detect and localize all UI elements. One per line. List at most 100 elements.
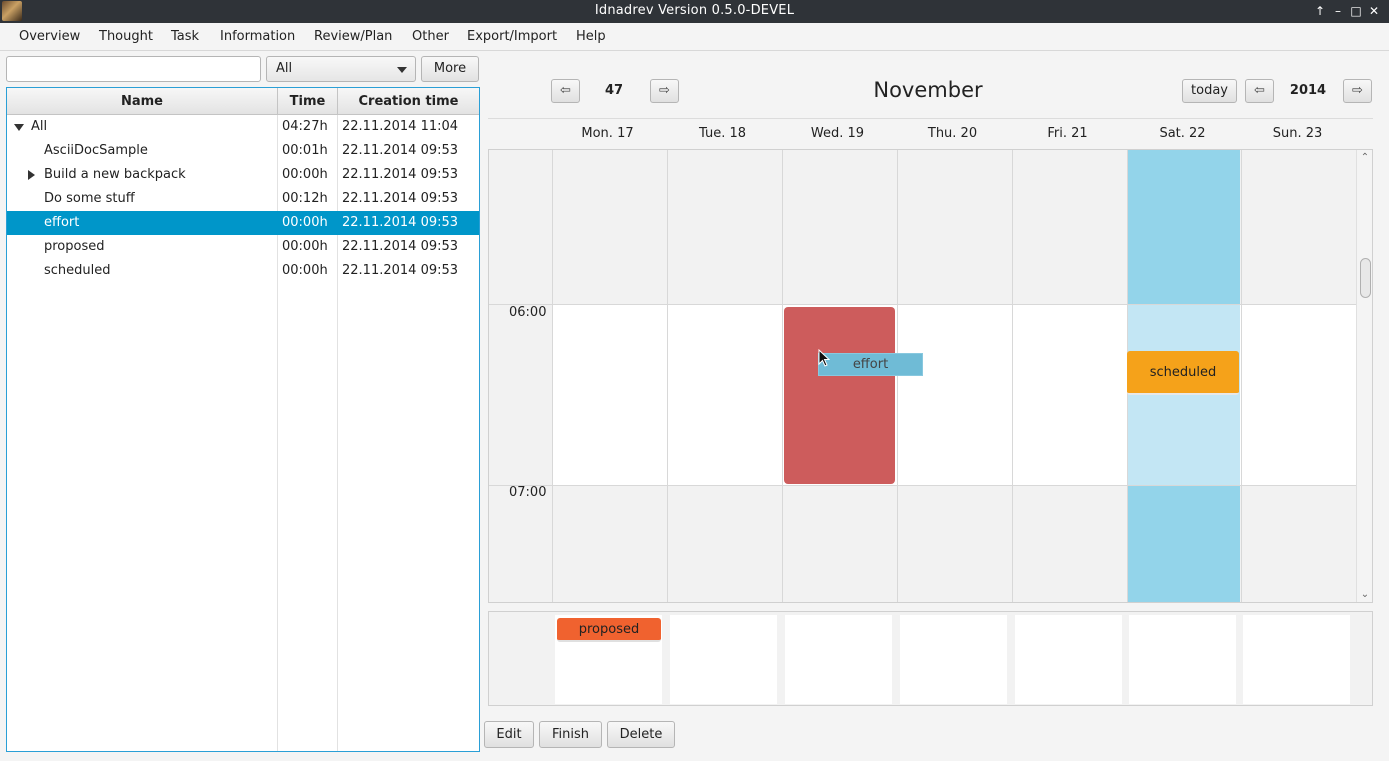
- row-name: effort: [44, 215, 80, 230]
- row-time: 00:00h: [282, 215, 328, 230]
- vertical-scrollbar[interactable]: ⌃ ⌄: [1356, 150, 1372, 602]
- search-input[interactable]: [6, 56, 261, 82]
- collapse-arrow-icon[interactable]: [28, 170, 35, 180]
- finish-button[interactable]: Finish: [539, 721, 602, 748]
- table-row[interactable]: All 04:27h 22.11.2014 11:04: [7, 115, 479, 139]
- row-creation-time: 22.11.2014 09:53: [342, 215, 459, 230]
- row-time: 04:27h: [282, 119, 328, 134]
- today-button[interactable]: today: [1182, 79, 1237, 103]
- menu-task[interactable]: Task: [171, 29, 199, 44]
- keep-above-icon[interactable]: ↑: [1312, 3, 1328, 19]
- day-header-mon: Mon. 17: [581, 126, 634, 141]
- row-time: 00:01h: [282, 143, 328, 158]
- all-day-cell-wed[interactable]: [785, 615, 892, 704]
- row-name: AsciiDocSample: [44, 143, 148, 158]
- prev-week-button[interactable]: ⇦: [551, 79, 580, 103]
- row-time: 00:12h: [282, 191, 328, 206]
- table-row[interactable]: Do some stuff 00:12h 22.11.2014 09:53: [7, 187, 479, 211]
- hour-line: [489, 304, 1356, 305]
- column-divider: [782, 150, 783, 602]
- all-day-cell-sat[interactable]: [1129, 615, 1236, 704]
- column-header-creation-time[interactable]: Creation time: [338, 88, 479, 115]
- minimize-icon[interactable]: –: [1330, 3, 1346, 19]
- prev-year-button[interactable]: ⇦: [1245, 79, 1274, 103]
- event-effort[interactable]: effort: [818, 353, 923, 376]
- column-divider: [897, 150, 898, 602]
- scroll-thumb[interactable]: [1360, 258, 1371, 298]
- next-week-button[interactable]: ⇨: [650, 79, 679, 103]
- day-header-tue: Tue. 18: [698, 126, 746, 141]
- hour-label-0700: 07:00: [509, 485, 547, 500]
- row-time: 00:00h: [282, 239, 328, 254]
- menu-help[interactable]: Help: [576, 29, 606, 44]
- table-header: Name Time Creation time: [7, 88, 479, 115]
- row-creation-time: 22.11.2014 09:53: [342, 191, 459, 206]
- scroll-down-icon[interactable]: ⌄: [1360, 590, 1370, 600]
- event-scheduled[interactable]: scheduled: [1127, 351, 1239, 395]
- filter-select[interactable]: All: [266, 56, 416, 82]
- row-creation-time: 22.11.2014 09:53: [342, 143, 459, 158]
- table-row[interactable]: Build a new backpack 00:00h 22.11.2014 0…: [7, 163, 479, 187]
- column-divider: [667, 150, 668, 602]
- column-header-name[interactable]: Name: [7, 88, 278, 115]
- maximize-icon[interactable]: □: [1348, 3, 1364, 19]
- table-row[interactable]: scheduled 00:00h 22.11.2014 09:53: [7, 259, 479, 283]
- row-creation-time: 22.11.2014 09:53: [342, 263, 459, 278]
- chevron-down-icon: [397, 67, 407, 73]
- day-header-wed: Wed. 19: [810, 126, 865, 141]
- event-proposed[interactable]: proposed: [557, 618, 661, 642]
- table-row[interactable]: proposed 00:00h 22.11.2014 09:53: [7, 235, 479, 259]
- window-title: Idnadrev Version 0.5.0-DEVEL: [594, 3, 795, 18]
- row-creation-time: 22.11.2014 09:53: [342, 239, 459, 254]
- table-row[interactable]: AsciiDocSample 00:01h 22.11.2014 09:53: [7, 139, 479, 163]
- expand-arrow-icon[interactable]: [14, 124, 24, 131]
- row-name: All: [31, 119, 48, 134]
- hour-label-0600: 06:00: [509, 305, 547, 320]
- menu-export-import[interactable]: Export/Import: [467, 29, 557, 44]
- row-creation-time: 22.11.2014 09:53: [342, 167, 459, 182]
- column-divider: [1012, 150, 1013, 602]
- day-header-sat: Sat. 22: [1159, 126, 1206, 141]
- effort-block[interactable]: [784, 307, 895, 484]
- edit-button[interactable]: Edit: [484, 721, 534, 748]
- close-icon[interactable]: ✕: [1366, 3, 1382, 19]
- more-button[interactable]: More: [421, 56, 479, 82]
- column-divider: [1241, 150, 1242, 602]
- row-name: scheduled: [44, 263, 111, 278]
- today-hour-highlight: [1127, 305, 1240, 485]
- table-row-selected[interactable]: effort 00:00h 22.11.2014 09:53: [7, 211, 479, 235]
- task-tree-table[interactable]: Name Time Creation time All 04:27h 22.11…: [6, 87, 480, 752]
- all-day-cell-fri[interactable]: [1015, 615, 1122, 704]
- row-time: 00:00h: [282, 167, 328, 182]
- day-header-sun: Sun. 23: [1272, 126, 1323, 141]
- column-header-time[interactable]: Time: [278, 88, 338, 115]
- all-day-cell-sun[interactable]: [1243, 615, 1350, 704]
- menu-overview[interactable]: Overview: [19, 29, 80, 44]
- day-header-fri: Fri. 21: [1047, 126, 1088, 141]
- menu-other[interactable]: Other: [412, 29, 449, 44]
- row-creation-time: 22.11.2014 11:04: [342, 119, 459, 134]
- menu-thought[interactable]: Thought: [99, 29, 153, 44]
- row-name: proposed: [44, 239, 105, 254]
- filter-selected-value: All: [276, 61, 293, 76]
- column-divider: [552, 150, 553, 602]
- week-time-grid[interactable]: 06:00 07:00 effort scheduled ⌃ ⌄: [488, 149, 1373, 603]
- row-time: 00:00h: [282, 263, 328, 278]
- month-title: November: [873, 78, 983, 102]
- hour-line: [489, 485, 1356, 486]
- all-day-cell-thu[interactable]: [900, 615, 1007, 704]
- all-day-cell-tue[interactable]: [670, 615, 777, 704]
- scroll-up-icon[interactable]: ⌃: [1360, 153, 1370, 163]
- mouse-cursor-icon: [818, 349, 830, 367]
- menu-review-plan[interactable]: Review/Plan: [314, 29, 392, 44]
- day-header-thu: Thu. 20: [927, 126, 978, 141]
- week-number: 47: [604, 83, 624, 98]
- menu-bar: Overview Thought Task Information Review…: [0, 23, 1389, 51]
- year-label: 2014: [1289, 83, 1327, 98]
- title-bar: Idnadrev Version 0.5.0-DEVEL ↑ – □ ✕: [0, 0, 1389, 23]
- divider: [488, 118, 1373, 119]
- next-year-button[interactable]: ⇨: [1343, 79, 1372, 103]
- delete-button[interactable]: Delete: [607, 721, 675, 748]
- row-name: Do some stuff: [44, 191, 135, 206]
- menu-information[interactable]: Information: [220, 29, 295, 44]
